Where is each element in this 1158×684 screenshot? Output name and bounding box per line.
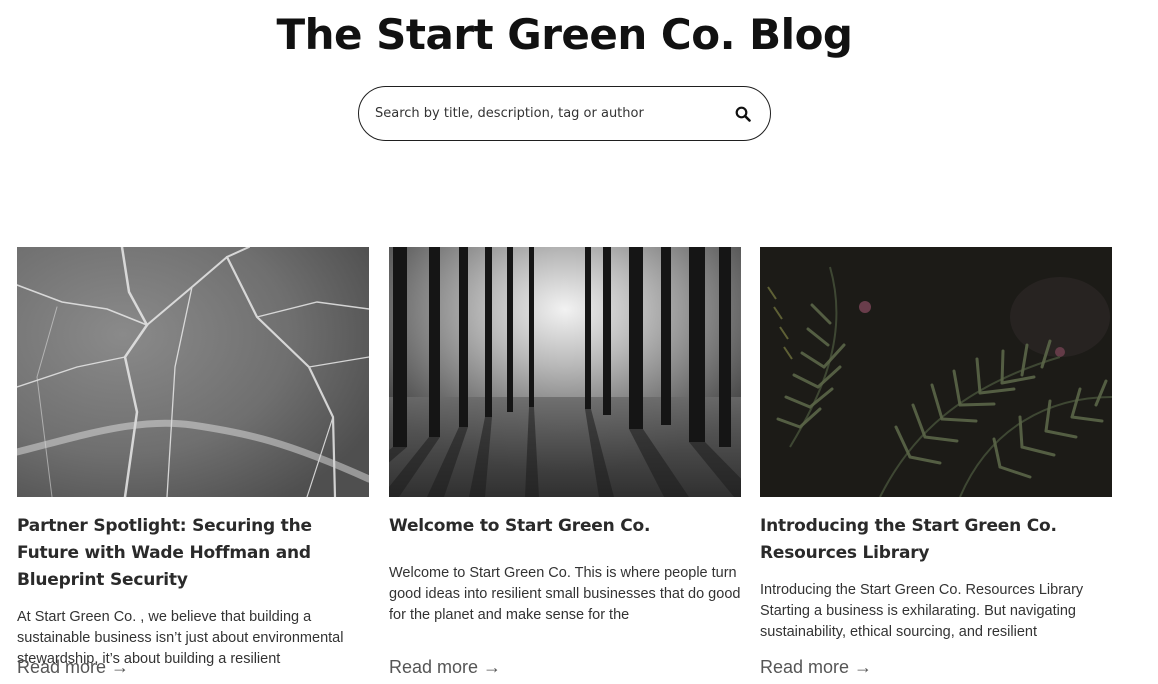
read-more-link[interactable]: Read more → (17, 657, 129, 678)
read-more-link[interactable]: Read more → (389, 657, 501, 678)
page-title: The Start Green Co. Blog (276, 10, 854, 59)
blog-post-card: Introducing the Start Green Co. Resource… (760, 247, 1112, 677)
read-more-link[interactable]: Read more → (760, 657, 872, 678)
search-bar (358, 86, 771, 141)
post-title[interactable]: Partner Spotlight: Securing the Future w… (17, 513, 369, 594)
post-title[interactable]: Welcome to Start Green Co. (389, 513, 741, 540)
post-excerpt: Introducing the Start Green Co. Resource… (760, 582, 1084, 640)
post-title[interactable]: Introducing the Start Green Co. Resource… (760, 513, 1112, 567)
search-input[interactable] (375, 106, 732, 121)
post-excerpt: Welcome to Start Green Co. This is where… (389, 565, 741, 623)
blog-post-card: Welcome to Start Green Co. Welcome to St… (389, 247, 741, 677)
search-icon[interactable] (732, 103, 754, 125)
post-image-fern[interactable] (760, 247, 1112, 497)
blog-post-card: Partner Spotlight: Securing the Future w… (17, 247, 369, 677)
post-image-marble[interactable] (17, 247, 369, 497)
post-image-forest[interactable] (389, 247, 741, 497)
